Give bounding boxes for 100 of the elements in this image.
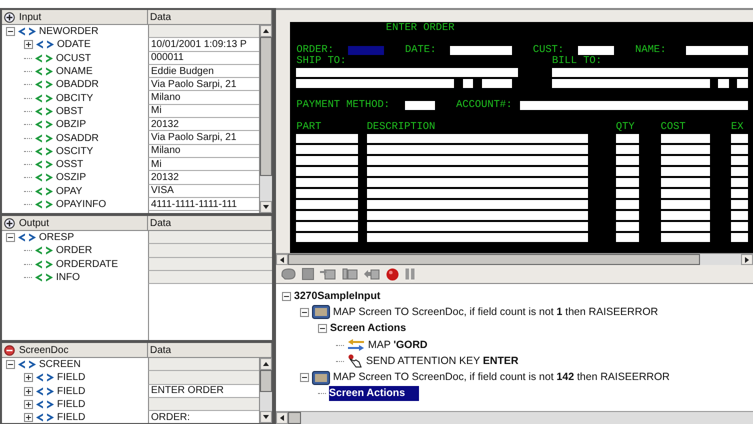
tree-node[interactable]: FIELD: [57, 399, 86, 410]
tree-node[interactable]: OSADDR: [56, 132, 99, 144]
input-field[interactable]: [405, 101, 435, 110]
input-field[interactable]: [730, 134, 748, 143]
input-field[interactable]: [660, 145, 710, 154]
tree-node[interactable]: OCUST: [56, 52, 91, 64]
input-field[interactable]: [366, 134, 588, 143]
input-field[interactable]: [730, 222, 748, 231]
scrollbar[interactable]: [276, 411, 753, 424]
tree-item[interactable]: MAP 'GORD: [368, 338, 428, 353]
tree-node[interactable]: OBZIP: [56, 119, 86, 130]
data-cell[interactable]: [148, 371, 259, 385]
input-field[interactable]: [660, 189, 710, 198]
data-cell[interactable]: Via Paolo Sarpi, 21: [148, 78, 259, 92]
input-field[interactable]: [730, 156, 748, 165]
collapse-icon[interactable]: [300, 373, 309, 382]
tree-node[interactable]: ORESP: [39, 232, 74, 244]
scrollbar[interactable]: [259, 358, 272, 423]
input-field[interactable]: [366, 178, 588, 187]
input-field[interactable]: [660, 134, 710, 143]
input-field[interactable]: [578, 46, 614, 55]
data-cell[interactable]: [148, 231, 272, 244]
tree-node[interactable]: ONAME: [56, 66, 93, 78]
input-field[interactable]: [296, 134, 358, 143]
data-cell[interactable]: 10/01/2001 1:09:13 P: [148, 38, 259, 52]
input-field[interactable]: [616, 156, 640, 165]
tree-node[interactable]: INFO: [56, 272, 80, 284]
tree-item[interactable]: MAP Screen TO ScreenDoc, if field count is not 1 then RAISEERROR: [333, 304, 658, 320]
input-field[interactable]: [730, 167, 748, 176]
input-field[interactable]: [520, 101, 748, 110]
data-cell[interactable]: [148, 358, 259, 372]
input-field[interactable]: [730, 233, 748, 242]
data-cell[interactable]: Mi: [148, 104, 259, 118]
scrollbar-thumb[interactable]: [260, 370, 272, 392]
tree-node[interactable]: OSST: [56, 159, 84, 170]
input-field[interactable]: [552, 68, 748, 77]
collapse-icon[interactable]: [6, 360, 15, 370]
expand-icon[interactable]: [4, 218, 15, 228]
input-field[interactable]: [366, 167, 588, 176]
collapse-icon[interactable]: [318, 324, 327, 334]
step-over-icon[interactable]: [342, 268, 358, 280]
input-field[interactable]: [718, 79, 729, 88]
step-out-icon[interactable]: [364, 268, 380, 280]
tree-node[interactable]: OBADDR: [56, 79, 99, 90]
input-field[interactable]: [616, 189, 640, 198]
input-field[interactable]: [296, 211, 358, 220]
data-cell[interactable]: ENTER ORDER: [148, 384, 259, 398]
input-field[interactable]: [730, 189, 748, 198]
input-field[interactable]: [660, 233, 710, 242]
input-field[interactable]: [660, 222, 710, 231]
input-field[interactable]: [616, 200, 640, 209]
data-cell[interactable]: 4111-1111-1111-111: [148, 198, 259, 212]
input-field[interactable]: [296, 189, 358, 198]
tree-node[interactable]: NEWORDER: [39, 26, 98, 38]
input-field[interactable]: [296, 178, 358, 187]
tree-node[interactable]: FIELD: [57, 372, 86, 384]
undo-icon[interactable]: [280, 268, 296, 280]
record-icon[interactable]: [386, 268, 399, 280]
input-field[interactable]: [737, 79, 748, 88]
tree-node[interactable]: SCREEN: [39, 359, 81, 370]
input-field[interactable]: [366, 233, 588, 242]
input-field[interactable]: [296, 200, 358, 209]
input-field[interactable]: [366, 211, 588, 220]
input-field[interactable]: [366, 189, 588, 198]
input-field[interactable]: [660, 167, 710, 176]
tree-node[interactable]: OBST: [56, 106, 84, 117]
collapse-icon[interactable]: [6, 27, 15, 36]
input-field[interactable]: [616, 211, 640, 220]
data-cell[interactable]: [148, 398, 259, 412]
input-field[interactable]: [366, 200, 588, 209]
input-field[interactable]: [366, 156, 588, 165]
data-cell[interactable]: [148, 244, 272, 258]
tree-node[interactable]: FIELD: [57, 412, 86, 423]
scrollbar-thumb[interactable]: [288, 412, 302, 424]
data-cell[interactable]: Milano: [148, 144, 259, 158]
tree-node[interactable]: ORDER: [56, 245, 92, 256]
expand-icon[interactable]: [24, 386, 33, 396]
scrollbar[interactable]: [259, 25, 272, 213]
tree-node[interactable]: ORDERDATE: [56, 258, 118, 270]
collapse-icon[interactable]: [300, 308, 309, 317]
tree-node[interactable]: OBCITY: [56, 92, 94, 104]
tree-node[interactable]: OPAY: [56, 186, 82, 197]
collapse-icon[interactable]: [282, 292, 291, 301]
input-field[interactable]: [660, 211, 710, 220]
data-cell[interactable]: VISA: [148, 184, 259, 198]
scrollbar-thumb[interactable]: [260, 37, 272, 176]
input-field[interactable]: [616, 233, 640, 242]
expand-icon[interactable]: [24, 40, 33, 50]
data-cell[interactable]: [148, 258, 272, 271]
input-field[interactable]: [462, 79, 474, 88]
data-cell[interactable]: [148, 270, 272, 284]
input-field[interactable]: [730, 178, 748, 187]
tree-node[interactable]: OSCITY: [56, 146, 94, 157]
scrollbar[interactable]: [276, 253, 753, 265]
data-cell[interactable]: [148, 25, 259, 38]
tree-item[interactable]: MAP Screen TO ScreenDoc, if field count is not 142 then RAISEERROR: [333, 370, 670, 386]
input-field[interactable]: [296, 156, 358, 165]
input-field[interactable]: [552, 79, 710, 88]
data-cell[interactable]: 20132: [148, 171, 259, 185]
tree-node[interactable]: ODATE: [57, 39, 91, 50]
